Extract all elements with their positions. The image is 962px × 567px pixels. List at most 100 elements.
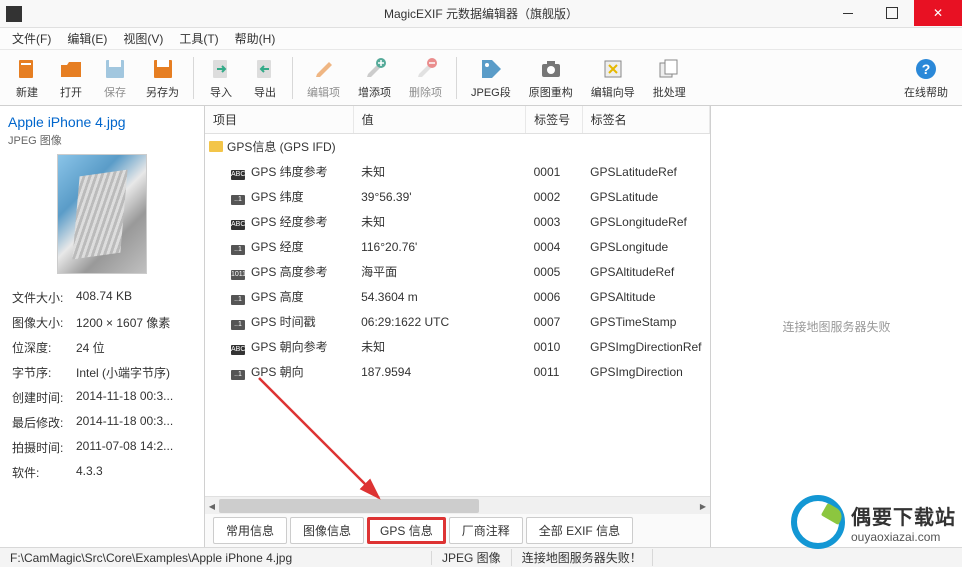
meta-key: 文件大小: [10,286,72,309]
type-icon: 1011 [231,270,245,280]
watermark-logo-icon [791,495,845,549]
content-area: Apple iPhone 4.jpg JPEG 图像 文件大小:408.74 K… [0,106,962,547]
open-button[interactable]: 打开 [50,53,92,103]
file-name-link[interactable]: Apple iPhone 4.jpg [8,114,196,130]
help-button[interactable]: ? 在线帮助 [896,53,956,103]
delete-icon [413,56,439,82]
folder-icon [209,141,223,152]
tab-gps[interactable]: GPS 信息 [367,517,446,544]
table-row[interactable]: ..1GPS 时间戳06:29:1622 UTC0007GPSTimeStamp [205,309,710,334]
minimize-button[interactable] [826,0,870,26]
window-controls [826,0,962,26]
type-icon: ABC [231,345,245,355]
col-item[interactable]: 项目 [205,106,353,134]
watermark-en: ouyaoxiazai.com [851,530,956,544]
scroll-thumb[interactable] [219,499,479,513]
toolbar-sep [292,57,293,99]
svg-text:?: ? [922,61,931,77]
thumbnail [57,154,147,274]
table-row[interactable]: ABCGPS 朝向参考未知0010GPSImgDirectionRef [205,334,710,359]
type-icon: ..1 [231,245,245,255]
wizard-icon [600,56,626,82]
menubar: 文件(F) 编辑(E) 视图(V) 工具(T) 帮助(H) [0,28,962,50]
save-icon [102,56,128,82]
saveas-icon [150,56,176,82]
type-icon: ..1 [231,295,245,305]
export-button[interactable]: 导出 [244,53,286,103]
toolbar-sep [456,57,457,99]
type-icon: ..1 [231,195,245,205]
additem-button[interactable]: 增添项 [350,53,399,103]
map-error-text: 连接地图服务器失败 [782,318,890,335]
left-panel: Apple iPhone 4.jpg JPEG 图像 文件大小:408.74 K… [0,106,205,547]
col-tagname[interactable]: 标签名 [582,106,709,134]
meta-val: 408.74 KB [74,286,194,309]
add-icon [362,56,388,82]
scroll-right-arrow[interactable]: ▶ [696,497,710,515]
col-tagno[interactable]: 标签号 [526,106,583,134]
table-row[interactable]: 1011GPS 高度参考海平面0005GPSAltitudeRef [205,259,710,284]
table-row[interactable]: ..1GPS 纬度39°56.39'0002GPSLatitude [205,184,710,209]
batch-icon [656,56,682,82]
file-type-label: JPEG 图像 [8,132,196,148]
saveas-button[interactable]: 另存为 [138,53,187,103]
maximize-button[interactable] [870,0,914,26]
close-button[interactable] [914,0,962,26]
menu-file[interactable]: 文件(F) [6,28,57,49]
type-icon: ..1 [231,370,245,380]
camera-icon [538,56,564,82]
watermark-cn: 偶要下载站 [851,501,956,530]
menu-help[interactable]: 帮助(H) [229,28,282,49]
menu-tools[interactable]: 工具(T) [173,28,224,49]
import-icon [208,56,234,82]
table-row[interactable]: ABCGPS 纬度参考未知0001GPSLatitudeRef [205,159,710,184]
open-icon [58,56,84,82]
menu-view[interactable]: 视图(V) [117,28,169,49]
type-icon: ABC [231,170,245,180]
status-msg: 连接地图服务器失败！ [512,549,653,566]
jpegseg-button[interactable]: JPEG段 [463,53,519,103]
tab-image[interactable]: 图像信息 [290,517,364,544]
type-icon: ABC [231,220,245,230]
metadata-table: 文件大小:408.74 KB 图像大小:1200 × 1607 像素 位深度:2… [8,284,196,486]
new-icon [14,56,40,82]
save-button[interactable]: 保存 [94,53,136,103]
tag-icon [478,56,504,82]
center-panel: 项目 值 标签号 标签名 GPS信息 (GPS IFD)ABCGPS 纬度参考未… [205,106,710,547]
col-value[interactable]: 值 [353,106,526,134]
toolbar: 新建 打开 保存 另存为 导入 导出 编辑项 增添项 删除项 JPEG段 原图重… [0,50,962,106]
exif-grid[interactable]: 项目 值 标签号 标签名 GPS信息 (GPS IFD)ABCGPS 纬度参考未… [205,106,710,496]
delitem-button[interactable]: 删除项 [401,53,450,103]
app-icon [6,6,22,22]
table-row[interactable]: ABCGPS 经度参考未知0003GPSLongitudeRef [205,209,710,234]
menu-edit[interactable]: 编辑(E) [61,28,113,49]
scroll-left-arrow[interactable]: ◀ [205,497,219,515]
window-title: MagicEXIF 元数据编辑器（旗舰版） [384,5,578,22]
table-row[interactable]: ..1GPS 朝向187.95940011GPSImgDirection [205,359,710,384]
batch-button[interactable]: 批处理 [645,53,694,103]
titlebar: MagicEXIF 元数据编辑器（旗舰版） [0,0,962,28]
new-button[interactable]: 新建 [6,53,48,103]
type-icon: ..1 [231,320,245,330]
status-path: F:\CamMagic\Src\Core\Examples\Apple iPho… [0,551,432,565]
map-panel: 连接地图服务器失败 [710,106,962,547]
tab-common[interactable]: 常用信息 [213,517,287,544]
tab-all-exif[interactable]: 全部 EXIF 信息 [526,517,633,544]
edititem-button[interactable]: 编辑项 [299,53,348,103]
rebuild-button[interactable]: 原图重构 [521,53,581,103]
table-row[interactable]: ..1GPS 高度54.3604 m0006GPSAltitude [205,284,710,309]
status-type: JPEG 图像 [432,549,512,566]
watermark: 偶要下载站 ouyaoxiazai.com [791,495,956,549]
help-icon: ? [913,56,939,82]
group-row[interactable]: GPS信息 (GPS IFD) [205,134,710,160]
horizontal-scrollbar[interactable]: ◀ ▶ [205,496,710,514]
wizard-button[interactable]: 编辑向导 [583,53,643,103]
statusbar: F:\CamMagic\Src\Core\Examples\Apple iPho… [0,547,962,567]
table-row[interactable]: ..1GPS 经度116°20.76'0004GPSLongitude [205,234,710,259]
import-button[interactable]: 导入 [200,53,242,103]
tab-maker[interactable]: 厂商注释 [449,517,523,544]
edit-icon [311,56,337,82]
export-icon [252,56,278,82]
tab-strip: 常用信息 图像信息 GPS 信息 厂商注释 全部 EXIF 信息 [205,514,710,547]
toolbar-sep [193,57,194,99]
